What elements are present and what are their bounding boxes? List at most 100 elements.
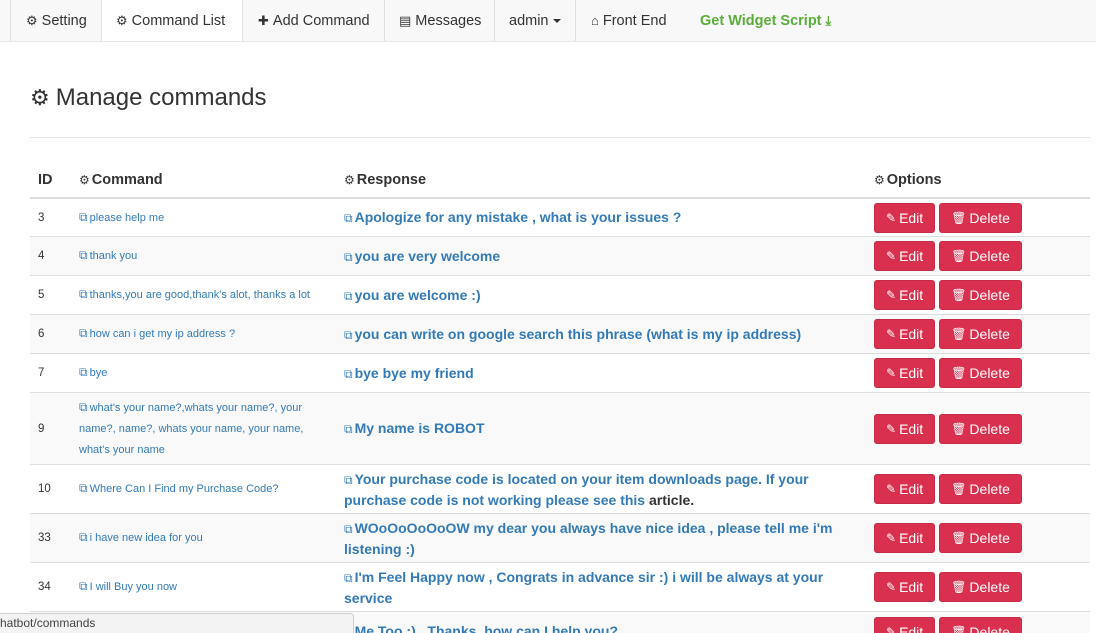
external-link-icon: ⧉	[79, 326, 88, 340]
edit-button[interactable]: ✎ Edit	[874, 280, 936, 310]
nav-admin-dropdown[interactable]: admin	[495, 0, 576, 41]
command-text: thank you	[89, 250, 138, 262]
command-text: please help me	[89, 211, 165, 224]
delete-button[interactable]: 🗑 Delete	[939, 523, 1022, 553]
nav-front-end[interactable]: ⌂ Front End	[576, 0, 686, 41]
row-options: ✎ Edit 🗑 Delete	[874, 199, 1026, 236]
command-link[interactable]: ⧉ thank you	[79, 237, 334, 275]
external-link-icon: ⧉	[79, 287, 88, 301]
header-response: ⚙ Response	[344, 172, 427, 188]
cell-id: 6	[38, 328, 45, 340]
edit-button[interactable]: ✎ Edit	[874, 413, 936, 444]
trash-icon: 🗑	[951, 366, 967, 380]
response-text: Apologize for any mistake , what is your…	[354, 209, 682, 225]
external-link-icon: ⧉	[79, 579, 88, 593]
command-text: thanks,you are good,thank's alot, thanks…	[89, 289, 310, 301]
edit-button[interactable]: ✎ Edit	[874, 474, 936, 504]
nav-messages[interactable]: ▤ Messages	[384, 0, 495, 41]
trash-icon: 🗑	[951, 288, 967, 302]
gear-icon: ⚙	[874, 173, 885, 187]
response-link[interactable]: ⧉ WOoOoOoOoOW my dear you always have nic…	[344, 514, 854, 562]
trash-icon: 🗑	[951, 327, 967, 341]
external-link-icon: ⧉	[344, 366, 353, 381]
table-row: 4 ⧉ thank you ⧉ you are very welcome ✎ Edit 🗑 De…	[30, 237, 1090, 276]
response-link[interactable]: ⧉ Apologize for any mistake , what is you…	[344, 199, 854, 236]
cell-id: 33	[38, 532, 51, 544]
response-link[interactable]: ⧉Me Too :) , Thanks, how can I help you?	[344, 612, 854, 633]
response-text: bye bye my friend	[354, 364, 474, 381]
command-text: bye	[89, 367, 108, 379]
gears-icon: ⚙	[30, 85, 50, 110]
delete-button[interactable]: 🗑 Delete	[939, 358, 1022, 388]
home-icon: ⌂	[591, 13, 599, 28]
top-navbar: ⚙ Setting ⚙ Command List ✚ Add Command ▤…	[0, 0, 1096, 42]
delete-button[interactable]: 🗑 Delete	[939, 474, 1022, 504]
delete-button[interactable]: 🗑 Delete	[939, 413, 1022, 444]
external-link-icon: ⧉	[344, 249, 353, 264]
edit-button[interactable]: ✎ Edit	[874, 523, 936, 553]
row-options: ✎ Edit 🗑 Delete	[874, 393, 1026, 464]
edit-button[interactable]: ✎ Edit	[874, 616, 936, 633]
gears-icon: ⚙	[79, 173, 90, 187]
table-row: 9 ⧉ what's your name?,whats your name?, yo…	[30, 393, 1090, 465]
pencil-icon: ✎	[886, 482, 897, 496]
nav-get-widget-script[interactable]: Get Widget Script ⤓	[686, 0, 846, 41]
response-link[interactable]: ⧉ you are very welcome	[344, 237, 854, 275]
edit-button[interactable]: ✎ Edit	[874, 319, 936, 349]
delete-button[interactable]: 🗑 Delete	[939, 202, 1022, 233]
nav-setting[interactable]: ⚙ Setting	[10, 0, 101, 41]
external-link-icon: ⧉	[344, 288, 353, 303]
nav-add-command[interactable]: ✚ Add Command	[243, 0, 384, 41]
command-link[interactable]: ⧉ thanks,you are good,thank's alot, thank…	[79, 276, 334, 314]
command-link[interactable]: ⧉ Where Can I Find my Purchase Code?	[79, 465, 334, 513]
response-link[interactable]: ⧉ My name is ROBOT	[344, 393, 854, 464]
edit-button[interactable]: ✎ Edit	[874, 572, 936, 602]
external-link-icon: ⧉	[344, 570, 353, 585]
cell-id: 3	[38, 211, 45, 224]
command-link[interactable]: ⧉ how can i get my ip address ?	[79, 315, 334, 353]
delete-button[interactable]: 🗑 Delete	[939, 319, 1022, 349]
row-options: ✎ Edit 🗑 Delete	[874, 563, 1026, 611]
response-text: Your purchase code is located on your it…	[344, 470, 809, 508]
command-text: Where Can I Find my Purchase Code?	[89, 483, 279, 495]
edit-button[interactable]: ✎ Edit	[874, 202, 936, 233]
plus-icon: ✚	[258, 13, 269, 28]
table-row: 34 ⧉ I will Buy you now ⧉ I'm Feel Happy now…	[30, 563, 1090, 612]
row-options: ✎ Edit 🗑 Delete	[874, 276, 1026, 314]
command-link[interactable]: ⧉ please help me	[79, 199, 334, 236]
response-link[interactable]: ⧉ you can write on google search this phr…	[344, 315, 854, 353]
row-options: ✎ Edit 🗑 Delete	[874, 612, 1026, 633]
pencil-icon: ✎	[886, 366, 897, 380]
command-link[interactable]: ⧉ i have new idea for you	[79, 514, 334, 562]
table-body: 3 ⧉ please help me ⧉ Apologize for any mista…	[30, 199, 1090, 633]
pencil-icon: ✎	[886, 531, 897, 545]
trash-icon: 🗑	[951, 531, 967, 545]
edit-button[interactable]: ✎ Edit	[874, 358, 936, 388]
table-row: 5 ⧉ thanks,you are good,thank's alot, than…	[30, 276, 1090, 315]
download-icon: ⤓	[825, 13, 832, 28]
command-text: what's your name?,whats your name?, your…	[79, 401, 304, 456]
table-row: 33 ⧉ i have new idea for you ⧉ WOoOoOoOoOW m…	[30, 514, 1090, 563]
header-options: ⚙ Options	[874, 172, 942, 188]
response-link[interactable]: ⧉ you are welcome :)	[344, 276, 854, 314]
command-link[interactable]: ⧉ I will Buy you now	[79, 563, 334, 611]
command-link[interactable]: ⧉ what's your name?,whats your name?, you…	[79, 393, 334, 464]
row-options: ✎ Edit 🗑 Delete	[874, 514, 1026, 562]
table-header: ID ⚙ Command ⚙ Response ⚙ Options	[30, 162, 1090, 199]
response-link[interactable]: ⧉ Your purchase code is located on your i…	[344, 465, 854, 513]
pencil-icon: ✎	[886, 210, 897, 225]
delete-button[interactable]: 🗑 Delete	[939, 280, 1022, 310]
command-link[interactable]: ⧉ bye	[79, 354, 334, 392]
article-link[interactable]: article.	[649, 492, 694, 508]
nav-command-list[interactable]: ⚙ Command List	[101, 0, 243, 41]
delete-button[interactable]: 🗑 Delete	[939, 616, 1022, 633]
edit-button[interactable]: ✎ Edit	[874, 241, 936, 271]
delete-button[interactable]: 🗑 Delete	[939, 241, 1022, 271]
delete-button[interactable]: 🗑 Delete	[939, 572, 1022, 602]
response-link[interactable]: ⧉ I'm Feel Happy now , Congrats in advanc…	[344, 563, 854, 611]
trash-icon: 🗑	[951, 482, 967, 496]
external-link-icon: ⧉	[79, 209, 88, 224]
response-link[interactable]: ⧉ bye bye my friend	[344, 354, 854, 392]
row-options: ✎ Edit 🗑 Delete	[874, 465, 1026, 513]
pencil-icon: ✎	[886, 249, 897, 263]
